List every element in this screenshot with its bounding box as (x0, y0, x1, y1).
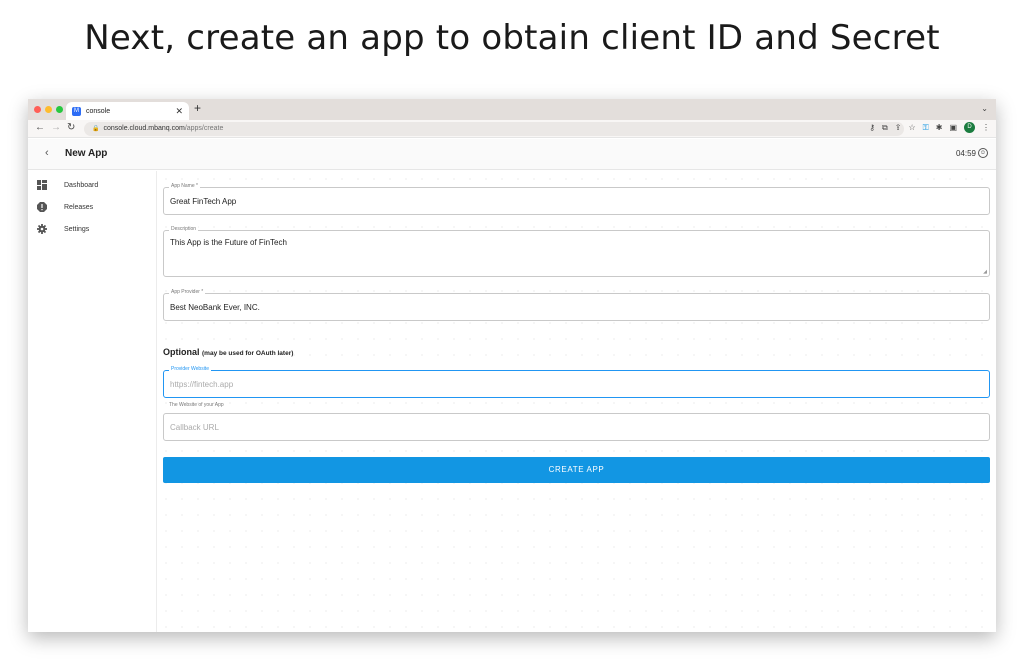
forward-arrow-icon[interactable]: → (51, 122, 61, 133)
minimize-window-button[interactable] (45, 106, 52, 113)
profile-avatar[interactable]: D (964, 122, 975, 133)
tab-strip: M console ✕ + ⌄ (28, 99, 996, 120)
sidebar-item-label: Dashboard (64, 181, 99, 189)
description-field[interactable]: Description This App is the Future of Fi… (163, 226, 990, 277)
dashboard-icon (37, 180, 47, 190)
app-provider-value: Best NeoBank Ever, INC. (170, 303, 260, 312)
app-name-value: Great FinTech App (170, 197, 237, 206)
app-header: ‹ New App 04:59 ☺ (28, 139, 996, 170)
bookmark-star-icon[interactable]: ☆ (908, 123, 915, 132)
description-label: Description (169, 226, 199, 232)
resize-handle-icon[interactable]: ◢ (983, 269, 987, 275)
sidebar-item-label: Releases (64, 203, 94, 211)
provider-website-label: Provider Website (169, 366, 211, 372)
sidebar-item-settings[interactable]: Settings (37, 222, 155, 236)
more-menu-icon[interactable]: ⋮ (982, 123, 990, 132)
window-controls (34, 106, 63, 113)
puzzle-icon[interactable]: ✱ (936, 123, 943, 132)
url-field[interactable]: 🔒 console.cloud.mbanq.com/apps/create (84, 122, 904, 136)
session-timer: 04:59 (955, 149, 976, 158)
browser-window: M console ✕ + ⌄ ← → ↻ 🔒 console.cloud.mba… (28, 99, 996, 632)
close-tab-icon[interactable]: ✕ (175, 106, 183, 117)
sidebar-item-label: Settings (64, 225, 90, 233)
sidebar: Dashboard Releases Settings (28, 171, 157, 632)
maximize-window-button[interactable] (56, 106, 63, 113)
optional-title: Optional (163, 347, 200, 357)
optional-note: (may be used for OAuth later) (202, 350, 294, 357)
app-name-label: App Name * (169, 183, 200, 189)
address-bar-row: ← → ↻ 🔒 console.cloud.mbanq.com/apps/crea… (28, 120, 996, 138)
releases-icon (37, 202, 47, 212)
browser-tab[interactable]: M console ✕ (66, 102, 189, 120)
provider-website-field[interactable]: Provider Website https://fintech.app (163, 366, 990, 398)
install-icon[interactable]: ⧉ (882, 123, 888, 133)
optional-heading: Optional (may be used for OAuth later) (163, 347, 293, 357)
sidebar-item-dashboard[interactable]: Dashboard (37, 178, 155, 192)
description-value: This App is the Future of FinTech (170, 238, 287, 247)
chevron-down-icon[interactable]: ⌄ (981, 104, 988, 113)
toolbar-icons: ⚷ ⧉ ⇪ ☆ ⚿ ✱ ▣ D ⋮ (869, 122, 990, 133)
sidebar-item-releases[interactable]: Releases (37, 200, 155, 214)
account-icon[interactable]: ☺ (978, 148, 988, 158)
app-provider-label: App Provider * (169, 289, 206, 295)
extension-key-icon[interactable]: ⚿ (923, 123, 929, 133)
sidepanel-icon[interactable]: ▣ (949, 123, 957, 132)
key-icon[interactable]: ⚷ (869, 123, 875, 132)
app-provider-field[interactable]: App Provider * Best NeoBank Ever, INC. (163, 289, 990, 321)
reload-icon[interactable]: ↻ (67, 122, 75, 133)
gear-icon (37, 224, 47, 234)
back-arrow-icon[interactable]: ← (35, 122, 45, 133)
provider-website-helper: The Website of your App (169, 402, 224, 408)
share-icon[interactable]: ⇪ (895, 123, 902, 132)
app-name-field[interactable]: App Name * Great FinTech App (163, 183, 990, 215)
back-chevron-icon[interactable]: ‹ (45, 147, 49, 159)
callback-url-field[interactable]: Callback URL (163, 413, 990, 441)
lock-icon: 🔒 (92, 126, 100, 132)
page-title: New App (65, 148, 108, 159)
provider-website-placeholder: https://fintech.app (170, 380, 234, 389)
url-path: /apps/create (184, 125, 224, 132)
new-tab-button[interactable]: + (194, 101, 201, 115)
page-headline: Next, create an app to obtain client ID … (84, 18, 940, 58)
app-form: App Name * Great FinTech App Description… (158, 171, 996, 632)
create-app-button[interactable]: CREATE APP (163, 457, 990, 483)
url-host: console.cloud.mbanq.com (103, 125, 185, 132)
callback-url-placeholder: Callback URL (170, 423, 219, 432)
favicon-icon: M (72, 106, 81, 116)
tab-title: console (86, 107, 111, 115)
close-window-button[interactable] (34, 106, 41, 113)
